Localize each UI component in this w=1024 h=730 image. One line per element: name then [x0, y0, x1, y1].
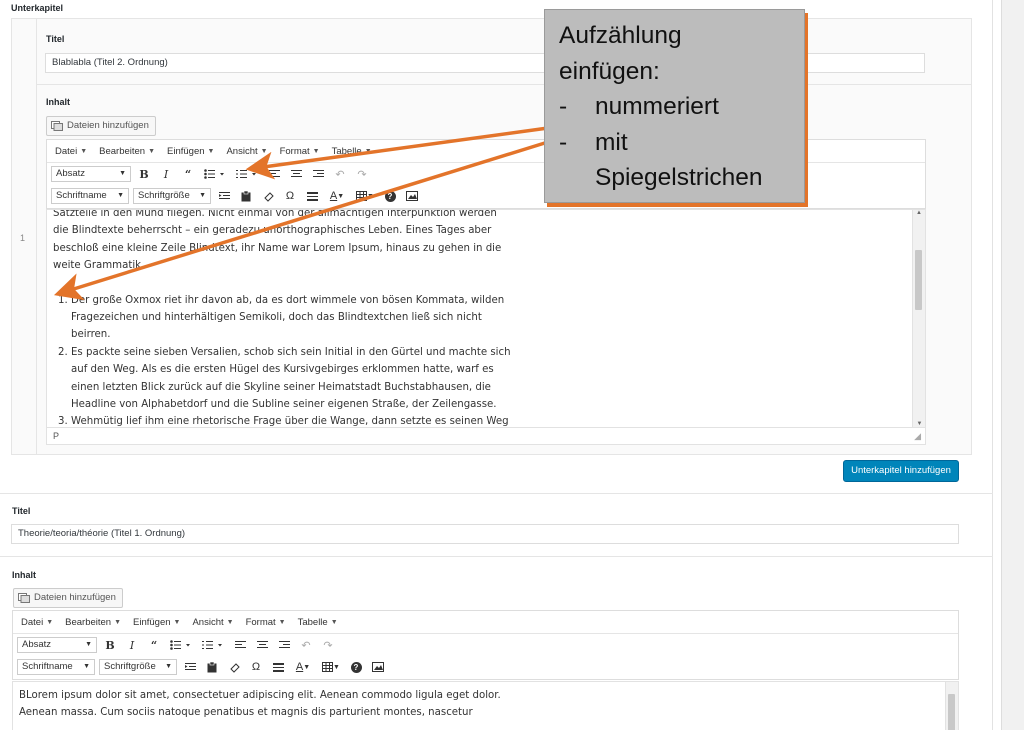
- arrow-to-list: [53, 140, 549, 301]
- callout-item: mit: [595, 128, 628, 156]
- callout-line: Aufzählung: [559, 22, 682, 49]
- callout-item: nummeriert: [595, 93, 719, 120]
- callout-line: einfügen:: [559, 57, 660, 85]
- arrow-to-list-button: [245, 126, 549, 180]
- annotation-callout: Aufzählung einfügen: - nummeriert - mit Sp…: [544, 9, 805, 203]
- callout-dash: -: [559, 128, 568, 156]
- callout-dash: -: [559, 93, 568, 120]
- callout-item: Spiegelstrichen: [595, 164, 763, 191]
- annotation-arrows: [53, 126, 549, 301]
